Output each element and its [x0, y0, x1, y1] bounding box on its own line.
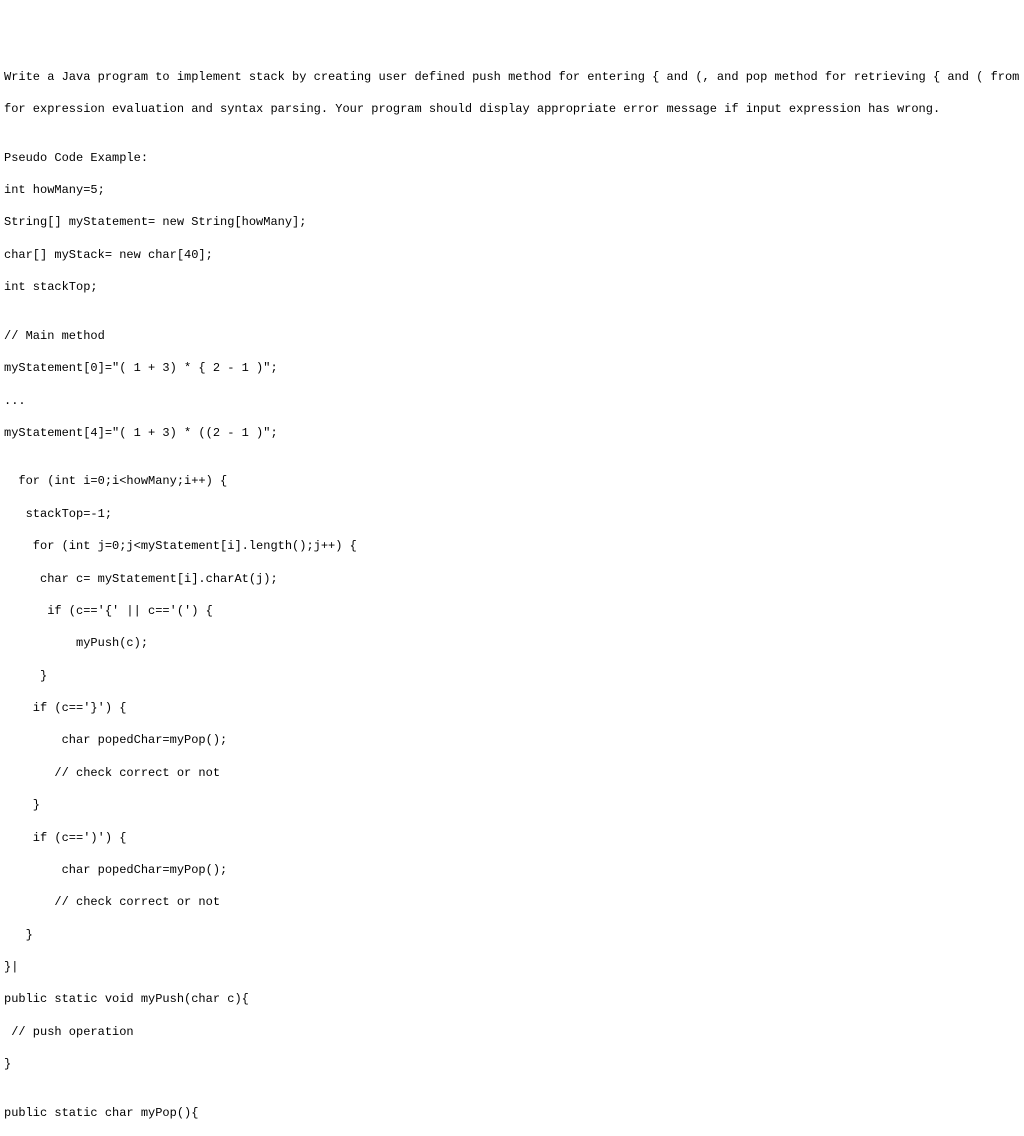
code-line: int stackTop; [4, 279, 1020, 295]
code-line: if (c==')') { [4, 830, 1020, 846]
code-line: for (int j=0;j<myStatement[i].length();j… [4, 538, 1020, 554]
code-line: myStatement[4]="( 1 + 3) * ((2 - 1 )"; [4, 425, 1020, 441]
code-line: for (int i=0;i<howMany;i++) { [4, 473, 1020, 489]
comment-line: // push operation [4, 1024, 1020, 1040]
code-line: if (c=='{' || c=='(') { [4, 603, 1020, 619]
code-line: } [4, 927, 1020, 943]
ellipsis-line: ... [4, 393, 1020, 409]
code-line: } [4, 797, 1020, 813]
pseudo-header: Pseudo Code Example: [4, 150, 1020, 166]
code-line: myPush(c); [4, 635, 1020, 651]
code-line: char popedChar=myPop(); [4, 732, 1020, 748]
problem-statement-line2: for expression evaluation and syntax par… [4, 101, 1020, 117]
code-line: } [4, 1056, 1020, 1072]
code-line: char c= myStatement[i].charAt(j); [4, 571, 1020, 587]
code-line: stackTop=-1; [4, 506, 1020, 522]
code-line: public static char myPop(){ [4, 1105, 1020, 1121]
code-line: String[] myStatement= new String[howMany… [4, 214, 1020, 230]
code-line: } [4, 668, 1020, 684]
code-line: public static void myPush(char c){ [4, 991, 1020, 1007]
code-line: }| [4, 959, 1020, 975]
problem-statement-line1: Write a Java program to implement stack … [4, 69, 1020, 85]
code-line: if (c=='}') { [4, 700, 1020, 716]
code-line: int howMany=5; [4, 182, 1020, 198]
code-line: char[] myStack= new char[40]; [4, 247, 1020, 263]
comment-line: // check correct or not [4, 765, 1020, 781]
comment-line: // check correct or not [4, 894, 1020, 910]
code-line: char popedChar=myPop(); [4, 862, 1020, 878]
code-line: myStatement[0]="( 1 + 3) * { 2 - 1 )"; [4, 360, 1020, 376]
comment-line: // Main method [4, 328, 1020, 344]
